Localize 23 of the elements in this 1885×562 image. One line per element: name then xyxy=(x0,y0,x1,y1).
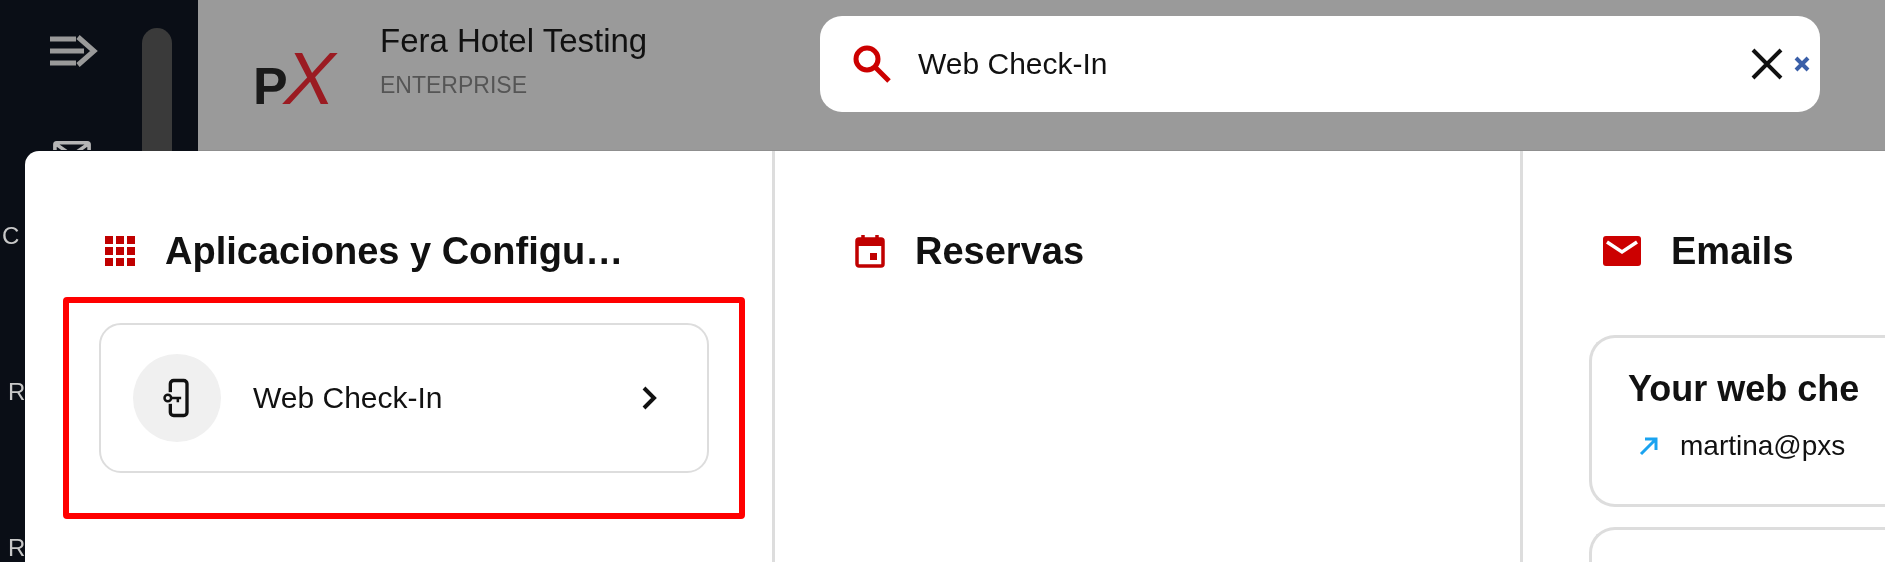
search-input[interactable]: Web Check-In xyxy=(906,46,1736,82)
hotel-title: Fera Hotel Testing xyxy=(380,22,649,60)
arrow-up-right-icon xyxy=(1638,435,1660,457)
result-card[interactable]: Web Check-In xyxy=(99,323,709,473)
email-subject: Your web che xyxy=(1628,368,1861,410)
plan-label: ENTERPRISE xyxy=(380,72,528,99)
email-card[interactable]: Your web che martina@pxs xyxy=(1589,335,1885,507)
search-icon xyxy=(852,44,892,84)
section-heading: Emails xyxy=(1671,229,1794,273)
scrollbar-thumb[interactable] xyxy=(142,28,172,151)
search-field[interactable]: Web Check-In xyxy=(820,16,1820,112)
section-heading: Reservas xyxy=(915,229,1085,273)
section-heading: Aplicaciones y Configu… xyxy=(165,229,624,273)
clear-icon[interactable] xyxy=(1794,56,1810,72)
sidebar-item[interactable]: R xyxy=(8,534,26,562)
chevron-right-icon xyxy=(641,385,657,411)
sidebar-item[interactable]: R xyxy=(8,378,26,406)
close-icon[interactable] xyxy=(1750,47,1784,81)
email-recipient: martina@pxs xyxy=(1680,430,1846,462)
grid-icon xyxy=(105,236,135,266)
calendar-icon xyxy=(855,234,885,268)
sidebar-item[interactable]: C xyxy=(2,222,20,250)
menu-icon[interactable] xyxy=(48,34,100,68)
